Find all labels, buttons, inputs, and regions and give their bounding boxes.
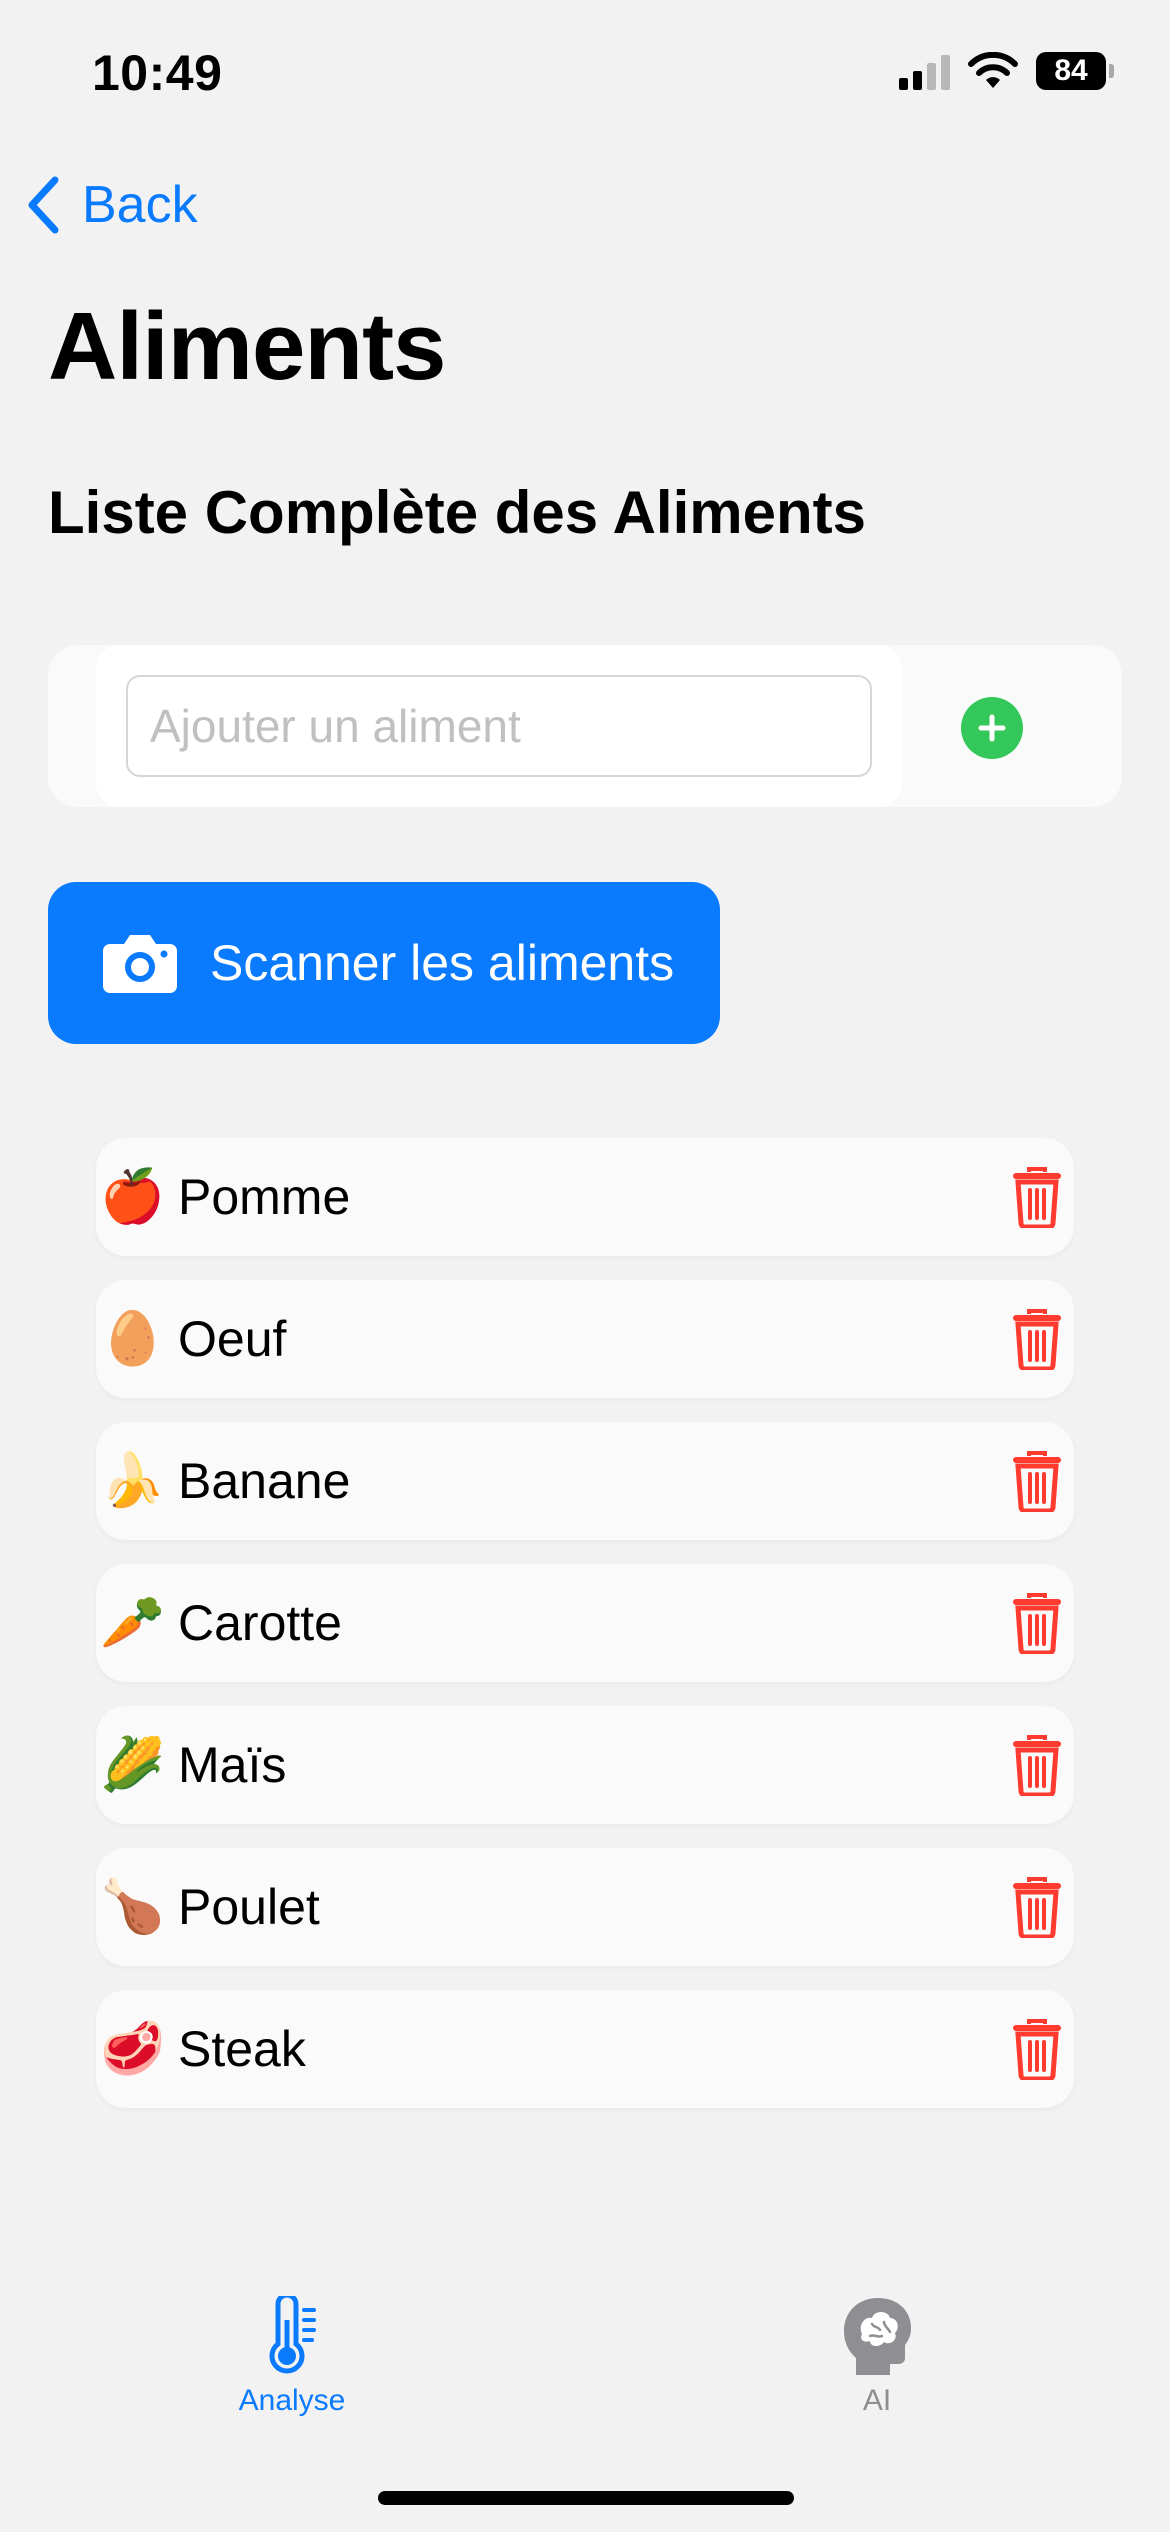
add-food-input[interactable] <box>126 675 872 777</box>
food-emoji-icon: 🥩 <box>100 2020 165 2078</box>
battery-level: 84 <box>1036 52 1106 90</box>
trash-icon <box>1013 2019 1061 2080</box>
food-emoji-icon: 🍌 <box>100 1452 165 1510</box>
camera-icon <box>103 935 177 993</box>
trash-icon <box>1013 1593 1061 1654</box>
food-row[interactable]: 🍗 Poulet <box>96 1848 1074 1966</box>
thermometer-icon <box>269 2296 316 2374</box>
food-label: Carotte <box>178 1595 342 1651</box>
trash-icon <box>1013 1309 1061 1370</box>
screen: 10:49 84 Back Aliments Liste Complète de… <box>0 0 1170 2532</box>
page-title: Aliments <box>48 293 446 400</box>
tab-ai-label: AI <box>862 2384 892 2417</box>
add-food-card <box>48 645 1122 807</box>
food-row[interactable]: 🌽 Maïs <box>96 1706 1074 1824</box>
food-row[interactable]: 🥚 Oeuf <box>96 1280 1074 1398</box>
home-indicator <box>378 2491 794 2505</box>
trash-icon <box>1013 1451 1061 1512</box>
battery-icon: 84 <box>1036 52 1114 90</box>
plus-icon <box>978 714 1006 742</box>
page-subtitle: Liste Complète des Aliments <box>48 479 866 546</box>
food-label: Maïs <box>178 1737 287 1793</box>
delete-food-button[interactable] <box>1004 1590 1070 1656</box>
tab-ai[interactable]: AI <box>777 2296 977 2418</box>
brain-head-icon <box>844 2298 911 2375</box>
tab-analyse[interactable]: Analyse <box>192 2296 392 2418</box>
delete-food-button[interactable] <box>1004 1164 1070 1230</box>
status-icons: 84 <box>899 52 1114 90</box>
trash-icon <box>1013 1167 1061 1228</box>
wifi-icon <box>968 52 1018 88</box>
delete-food-button[interactable] <box>1004 1874 1070 1940</box>
back-button[interactable]: Back <box>26 175 198 235</box>
delete-food-button[interactable] <box>1004 2016 1070 2082</box>
scan-foods-button[interactable]: Scanner les aliments <box>48 882 720 1044</box>
food-emoji-icon: 🍗 <box>100 1878 165 1936</box>
food-label: Pomme <box>178 1169 351 1225</box>
trash-icon <box>1013 1735 1061 1796</box>
add-food-button[interactable] <box>961 697 1023 759</box>
food-row[interactable]: 🥩 Steak <box>96 1990 1074 2108</box>
food-label: Steak <box>178 2021 306 2077</box>
food-label: Oeuf <box>178 1311 287 1367</box>
delete-food-button[interactable] <box>1004 1306 1070 1372</box>
food-emoji-icon: 🥕 <box>100 1594 165 1652</box>
chevron-left-icon <box>28 176 59 234</box>
trash-icon <box>1013 1877 1061 1938</box>
food-emoji-icon: 🍎 <box>100 1168 165 1226</box>
delete-food-button[interactable] <box>1004 1732 1070 1798</box>
food-list: 🍎 Pomme 🥚 Oeuf 🍌 Banane 🥕 Carotte 🌽 Maïs 🍗 Poulet 🥩 S… <box>96 1138 1074 2132</box>
food-row[interactable]: 🥕 Carotte <box>96 1564 1074 1682</box>
back-label: Back <box>82 176 198 234</box>
scan-foods-label: Scanner les aliments <box>210 935 675 991</box>
food-label: Poulet <box>178 1879 320 1935</box>
food-row[interactable]: 🍎 Pomme <box>96 1138 1074 1256</box>
tab-analyse-label: Analyse <box>238 2384 346 2417</box>
food-emoji-icon: 🥚 <box>100 1310 165 1368</box>
food-row[interactable]: 🍌 Banane <box>96 1422 1074 1540</box>
delete-food-button[interactable] <box>1004 1448 1070 1514</box>
food-label: Banane <box>178 1453 351 1509</box>
cellular-signal-icon <box>899 52 950 90</box>
status-time: 10:49 <box>92 45 223 101</box>
food-emoji-icon: 🌽 <box>100 1736 165 1794</box>
